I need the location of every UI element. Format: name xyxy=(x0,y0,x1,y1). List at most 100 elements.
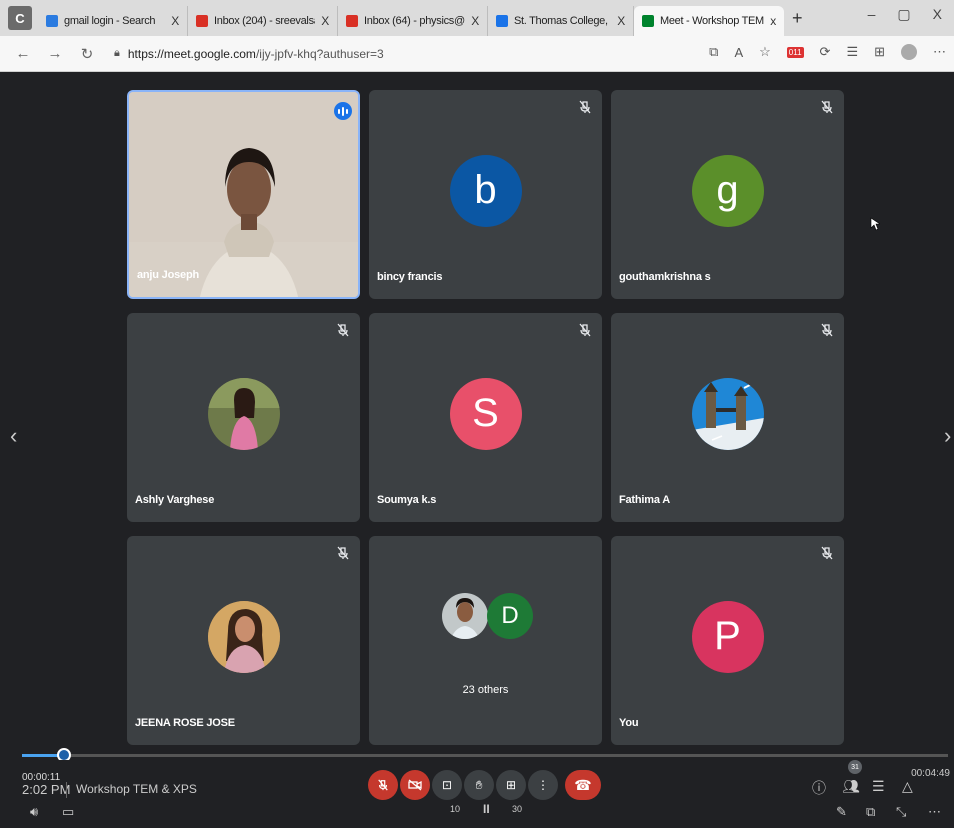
browser-toolbar: ⧉ A ☆ 011 ⟳ ☰ ⊞ ⋯ xyxy=(709,44,946,60)
participant-tile-ashly-varghese[interactable]: Ashly Varghese xyxy=(127,313,360,522)
mouse-cursor-icon xyxy=(870,217,880,231)
more-horiz-icon[interactable]: ⋯ xyxy=(928,804,941,820)
pip-icon[interactable]: ⧉ xyxy=(866,804,875,820)
tab-title: gmail login - Search xyxy=(64,15,156,27)
close-tab-icon[interactable]: x xyxy=(770,14,776,28)
window-controls: – ▢ X xyxy=(868,6,954,23)
divider xyxy=(66,782,67,798)
more-menu-icon[interactable]: ⋯ xyxy=(933,44,946,60)
participant-tile-jeena-rose-jose[interactable]: JEENA ROSE JOSE xyxy=(127,536,360,745)
window-menu-icon[interactable]: C xyxy=(8,6,32,30)
camera-off-icon xyxy=(408,779,422,791)
call-end-icon: ☎︎ xyxy=(574,776,592,793)
browser-tab-bar: C gmail login - Search X Inbox (204) - s… xyxy=(0,0,954,36)
lock-icon[interactable]: 🔒︎ xyxy=(114,47,120,60)
captions-icon: ⊡ xyxy=(441,778,453,792)
subtitles-icon[interactable]: ▭ xyxy=(62,804,74,820)
camera-toggle-button[interactable] xyxy=(400,770,430,800)
present-button[interactable]: ⊞ xyxy=(496,770,526,800)
participant-name: Fathima A xyxy=(619,494,670,506)
participant-tile-anju-joseph[interactable]: anju Joseph xyxy=(127,90,360,299)
address-bar: ← → ↻ 🔒︎ https://meet.google.com /ijy-jp… xyxy=(0,36,954,72)
people-icon[interactable]: 👥︎ xyxy=(842,778,860,795)
mic-toggle-button[interactable] xyxy=(368,770,398,800)
participant-video xyxy=(129,92,358,297)
gmail-icon xyxy=(196,15,208,27)
participant-name: JEENA ROSE JOSE xyxy=(135,717,235,729)
tab-inbox-physics[interactable]: Inbox (64) - physics@stthomasc X xyxy=(338,6,488,36)
speaking-indicator-icon xyxy=(334,102,352,120)
close-tab-icon[interactable]: X xyxy=(471,14,479,28)
profile-avatar[interactable] xyxy=(901,44,917,60)
volume-icon[interactable]: 🔊︎ xyxy=(30,804,38,820)
next-page-icon[interactable]: › xyxy=(944,423,951,449)
tab-title: St. Thomas College, Ranni - Cale xyxy=(514,15,611,27)
chat-icon[interactable]: ☰ xyxy=(872,778,885,795)
leave-call-button[interactable]: ☎︎ xyxy=(565,770,601,800)
extensions-icon[interactable]: ⟳ xyxy=(820,44,831,60)
participant-tile-fathima[interactable]: Fathima A xyxy=(611,313,844,522)
prev-page-icon[interactable]: ‹ xyxy=(10,423,17,449)
app-available-icon[interactable]: ⧉ xyxy=(709,44,718,60)
participant-avatar: g xyxy=(691,154,764,227)
url-host: https://meet.google.com xyxy=(127,46,256,61)
collections-icon[interactable]: ⊞ xyxy=(874,44,885,60)
activities-icon[interactable]: △ xyxy=(902,778,913,795)
tab-meet[interactable]: Meet - Workshop TEM & XI x xyxy=(634,6,784,36)
mic-off-icon xyxy=(821,546,833,560)
back-icon[interactable]: ← xyxy=(14,45,32,62)
mic-off-icon xyxy=(337,546,349,560)
captions-button[interactable]: ⊡ xyxy=(432,770,462,800)
pause-button[interactable]: II xyxy=(483,802,490,816)
new-tab-button[interactable]: + xyxy=(792,8,803,29)
participant-photo xyxy=(691,377,764,450)
tab-calendar[interactable]: St. Thomas College, Ranni - Cale X xyxy=(488,6,634,36)
mic-off-icon xyxy=(337,323,349,337)
pen-icon[interactable]: ✎ xyxy=(836,804,847,820)
others-count: 23 others xyxy=(462,684,509,696)
close-window-button[interactable]: X xyxy=(933,6,942,23)
info-icon[interactable]: ⓘ xyxy=(812,778,826,798)
url-path: /ijy-jpfv-khq?authuser=3 xyxy=(255,46,384,61)
close-tab-icon[interactable]: X xyxy=(321,14,329,28)
participant-tile-bincy-francis[interactable]: b bincy francis xyxy=(369,90,602,299)
meet-icon xyxy=(642,15,654,27)
favorites-bar-icon[interactable]: ☰ xyxy=(846,44,858,60)
read-aloud-icon[interactable]: A xyxy=(734,45,743,60)
participant-tile-you[interactable]: P You xyxy=(611,536,844,745)
favorite-icon[interactable]: ☆ xyxy=(759,44,771,60)
participant-photo xyxy=(207,377,280,450)
gmail-icon xyxy=(346,15,358,27)
screen: C gmail login - Search X Inbox (204) - s… xyxy=(0,0,954,828)
refresh-icon[interactable]: ↻ xyxy=(78,45,96,63)
exit-fullscreen-icon[interactable]: ⤡ xyxy=(896,804,906,820)
forward-icon[interactable]: → xyxy=(46,45,64,62)
url-field[interactable]: 🔒︎ https://meet.google.com /ijy-jpfv-khq… xyxy=(114,47,384,61)
mic-off-icon xyxy=(378,779,388,791)
hand-icon: ✋︎ xyxy=(475,777,483,792)
participant-tile-others[interactable]: D 23 others xyxy=(369,536,602,745)
bing-icon xyxy=(46,15,58,27)
participant-count-badge: 31 xyxy=(848,760,862,774)
tab-gmail-search[interactable]: gmail login - Search X xyxy=(38,6,188,36)
maximize-button[interactable]: ▢ xyxy=(897,6,910,23)
tab-inbox-sreevalsa[interactable]: Inbox (204) - sreevalsakamburat X xyxy=(188,6,338,36)
forward-button[interactable]: 30 xyxy=(512,804,522,814)
close-tab-icon[interactable]: X xyxy=(617,14,625,28)
meet-stage: ‹ › anju Joseph b bincy francis g goutha… xyxy=(0,73,954,753)
participant-tile-gouthamkrishna[interactable]: g gouthamkrishna s xyxy=(611,90,844,299)
raise-hand-button[interactable]: ✋︎ xyxy=(464,770,494,800)
total-time: 00:04:49 xyxy=(911,768,950,779)
close-tab-icon[interactable]: X xyxy=(171,14,179,28)
participant-tile-soumya[interactable]: S Soumya k.s xyxy=(369,313,602,522)
participant-avatar: S xyxy=(449,377,522,450)
more-vert-icon: ⋮ xyxy=(537,778,549,792)
rewind-button[interactable]: 10 xyxy=(450,804,460,814)
more-options-button[interactable]: ⋮ xyxy=(528,770,558,800)
participant-name: anju Joseph xyxy=(137,269,199,281)
video-progress-bar[interactable] xyxy=(22,748,948,762)
extension-badge[interactable]: 011 xyxy=(786,46,804,58)
minimize-button[interactable]: – xyxy=(868,6,876,23)
meeting-clock: 2:02 PM xyxy=(22,782,71,797)
bottom-bar: 00:00:11 2:02 PM Workshop TEM & XPS ⊡ ✋︎… xyxy=(0,760,954,828)
